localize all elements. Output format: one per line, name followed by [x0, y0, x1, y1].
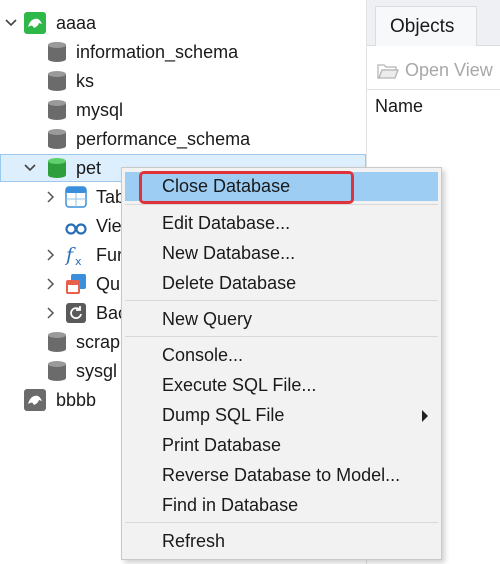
chevron-right-icon[interactable]: [44, 306, 58, 320]
menu-item-find-in-database[interactable]: Find in Database: [125, 491, 438, 520]
menu-item-new-query[interactable]: New Query: [125, 305, 438, 334]
folder-open-icon: [377, 63, 399, 79]
chevron-down-icon[interactable]: [23, 161, 37, 175]
menu-item-print-database[interactable]: Print Database: [125, 431, 438, 460]
database-name: performance_schema: [76, 129, 251, 149]
table-icon: [65, 186, 87, 208]
database-name: ks: [76, 71, 94, 91]
object-toolbar: Open View: [367, 52, 500, 90]
database-name: mysql: [76, 100, 124, 120]
menu-item-refresh[interactable]: Refresh: [125, 527, 438, 556]
view-icon: [65, 215, 87, 237]
tree-db-information-schema[interactable]: information_schema: [0, 38, 366, 66]
tree-db-performance-schema[interactable]: performance_schema: [0, 125, 366, 153]
menu-item-label: New Query: [162, 309, 253, 329]
context-menu: Close Database Edit Database... New Data…: [121, 167, 442, 560]
menu-item-label: Refresh: [162, 531, 226, 551]
database-icon: [46, 128, 68, 150]
database-name: scrap: [76, 332, 121, 352]
chevron-down-icon[interactable]: [4, 16, 18, 30]
mysql-connection-icon: [24, 389, 46, 411]
menu-item-console[interactable]: Console...: [125, 341, 438, 370]
menu-item-close-database[interactable]: Close Database: [125, 172, 438, 201]
menu-item-reverse-database-to-model[interactable]: Reverse Database to Model...: [125, 461, 438, 490]
tree-db-ks[interactable]: ks: [0, 67, 366, 95]
function-icon: fx: [64, 244, 87, 268]
menu-separator: [125, 300, 438, 301]
database-name: information_schema: [76, 42, 239, 62]
submenu-arrow-icon: [422, 410, 428, 422]
database-name: pet: [76, 158, 102, 178]
svg-text:x: x: [75, 255, 82, 266]
database-icon: [46, 41, 68, 63]
menu-item-label: Edit Database...: [162, 213, 291, 233]
tree-item-label: Vie: [96, 216, 122, 236]
menu-item-label: New Database...: [162, 243, 296, 263]
backup-icon: [65, 302, 87, 324]
chevron-right-icon[interactable]: [44, 190, 58, 204]
database-name: sysgl: [76, 361, 118, 381]
tree-connection-aaaa[interactable]: aaaa: [0, 9, 366, 37]
menu-separator: [125, 204, 438, 205]
database-icon: [46, 70, 68, 92]
menu-item-label: Find in Database: [162, 495, 299, 515]
tab-objects[interactable]: Objects: [375, 6, 477, 46]
database-icon: [46, 360, 68, 382]
menu-item-dump-sql-file[interactable]: Dump SQL File: [125, 401, 438, 430]
connection-name: bbbb: [56, 390, 97, 410]
menu-separator: [125, 522, 438, 523]
menu-item-new-database[interactable]: New Database...: [125, 239, 438, 268]
tree-item-label: Qu: [96, 274, 121, 294]
menu-item-label: Delete Database: [162, 273, 297, 293]
menu-item-label: Console...: [162, 345, 244, 365]
tree-db-mysql[interactable]: mysql: [0, 96, 366, 124]
query-icon: [65, 273, 87, 295]
chevron-right-icon[interactable]: [44, 248, 58, 262]
menu-item-label: Execute SQL File...: [162, 375, 317, 395]
database-icon: [46, 331, 68, 353]
menu-item-edit-database[interactable]: Edit Database...: [125, 209, 438, 238]
menu-item-label: Close Database: [162, 176, 291, 196]
database-open-icon: [46, 157, 68, 179]
menu-item-delete-database[interactable]: Delete Database: [125, 269, 438, 298]
tab-bar: Objects: [367, 0, 500, 46]
tree-item-label: Fur: [96, 245, 123, 265]
connection-name: aaaa: [56, 13, 97, 33]
column-header-name[interactable]: Name: [375, 92, 423, 120]
menu-item-execute-sql-file[interactable]: Execute SQL File...: [125, 371, 438, 400]
mysql-connection-icon: [24, 12, 46, 34]
open-view-button[interactable]: Open View: [377, 60, 493, 81]
menu-item-label: Dump SQL File: [162, 405, 285, 425]
chevron-right-icon[interactable]: [44, 277, 58, 291]
menu-item-label: Reverse Database to Model...: [162, 465, 401, 485]
open-view-label: Open View: [405, 60, 493, 80]
menu-separator: [125, 336, 438, 337]
database-icon: [46, 99, 68, 121]
menu-item-label: Print Database: [162, 435, 282, 455]
